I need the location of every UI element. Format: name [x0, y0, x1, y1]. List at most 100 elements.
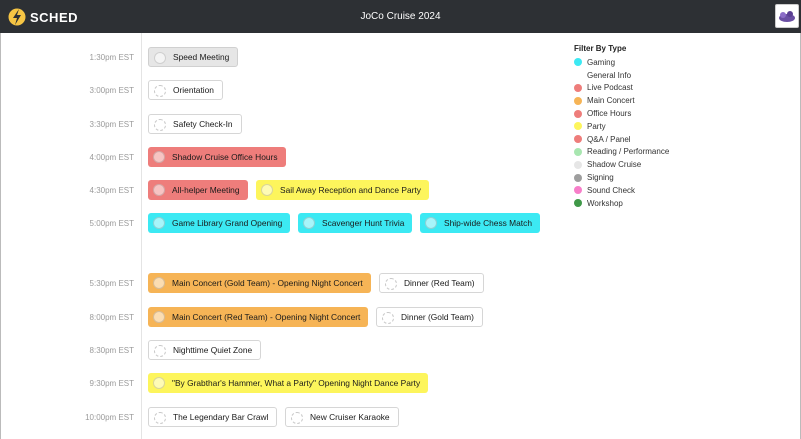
avatar-icon	[779, 11, 795, 22]
event-title: Safety Check-In	[173, 119, 233, 129]
event-title: The Legendary Bar Crawl	[173, 412, 269, 422]
event-title: Speed Meeting	[173, 52, 230, 62]
filter-item[interactable]: Shadow Cruise	[574, 158, 669, 171]
filter-item[interactable]: Gaming	[574, 56, 669, 69]
event-title: All-helper Meeting	[172, 185, 240, 195]
time-label: 4:30pm EST	[89, 186, 134, 195]
event-title: Nighttime Quiet Zone	[173, 345, 253, 355]
filter-label: Reading / Performance	[587, 147, 670, 157]
filter-color-dot-icon	[574, 109, 582, 118]
filter-label: Main Concert	[587, 96, 635, 106]
event-chip[interactable]: Safety Check-In	[148, 114, 242, 134]
event-title: Main Concert (Gold Team) - Opening Night…	[172, 278, 363, 288]
user-avatar[interactable]	[775, 4, 799, 28]
event-type-dot-icon	[154, 412, 166, 424]
event-type-dot-icon	[385, 278, 397, 290]
event-chip[interactable]: The Legendary Bar Crawl	[148, 407, 278, 427]
event-title: Ship-wide Chess Match	[444, 218, 532, 228]
filter-title: Filter By Type	[574, 44, 627, 53]
event-chip[interactable]: Nighttime Quiet Zone	[148, 340, 262, 360]
filter-item[interactable]: Main Concert	[574, 94, 669, 107]
filter-list: Gaming General Info Live Podcast Main Conce…	[574, 56, 669, 210]
filter-item[interactable]: Live Podcast	[574, 82, 669, 95]
filter-item[interactable]: Sound Check	[574, 184, 669, 197]
event-title: Dinner (Gold Team)	[401, 312, 474, 322]
event-type-dot-icon	[425, 217, 437, 229]
filter-label: Workshop	[587, 198, 623, 208]
filter-label: Live Podcast	[587, 83, 633, 93]
filter-label: General Info	[587, 70, 632, 80]
event-title: Orientation	[173, 85, 214, 95]
event-chip[interactable]: Main Concert (Red Team) - Opening Night …	[148, 307, 369, 327]
event-type-dot-icon	[154, 52, 166, 64]
event-chip[interactable]: Sail Away Reception and Dance Party	[256, 180, 429, 200]
filter-color-dot-icon	[574, 96, 582, 105]
event-chip[interactable]: Ship-wide Chess Match	[420, 213, 540, 233]
event-title: Scavenger Hunt Trivia	[322, 218, 405, 228]
time-label: 4:00pm EST	[89, 153, 134, 162]
filter-label: Party	[587, 121, 606, 131]
event-chip[interactable]: Speed Meeting	[148, 47, 239, 67]
time-label: 5:00pm EST	[89, 219, 134, 228]
filter-item[interactable]: Q&A / Panel	[574, 133, 669, 146]
event-chip[interactable]: New Cruiser Karaoke	[285, 407, 399, 427]
event-chip[interactable]: Game Library Grand Opening	[148, 213, 291, 233]
filter-item[interactable]: Party	[574, 120, 669, 133]
timeline-divider	[141, 33, 142, 439]
event-type-dot-icon	[153, 217, 165, 229]
time-label: 5:30pm EST	[89, 279, 134, 288]
filter-color-dot-icon	[574, 186, 582, 195]
time-label: 3:30pm EST	[89, 120, 134, 129]
filter-color-dot-icon	[574, 173, 582, 182]
event-type-dot-icon	[291, 412, 303, 424]
event-chip[interactable]: Shadow Cruise Office Hours	[148, 147, 286, 167]
filter-color-dot-icon	[574, 147, 582, 156]
event-chip[interactable]: Dinner (Red Team)	[379, 273, 484, 293]
event-type-dot-icon	[154, 345, 166, 357]
time-label: 1:30pm EST	[89, 53, 134, 62]
event-chip[interactable]: "By Grabthar's Hammer, What a Party" Ope…	[148, 373, 429, 393]
filter-color-dot-icon	[574, 83, 582, 92]
time-label: 8:30pm EST	[89, 346, 134, 355]
event-type-dot-icon	[153, 277, 165, 289]
event-chip[interactable]: Dinner (Gold Team)	[376, 307, 483, 327]
time-label: 9:30pm EST	[89, 379, 134, 388]
event-chip[interactable]: Scavenger Hunt Trivia	[298, 213, 413, 233]
event-title: "By Grabthar's Hammer, What a Party" Ope…	[172, 378, 421, 388]
filter-item[interactable]: Reading / Performance	[574, 146, 669, 159]
filter-item[interactable]: General Info	[574, 69, 669, 82]
filter-label: Sound Check	[587, 185, 636, 195]
filter-label: Signing	[587, 173, 614, 183]
filter-label: Shadow Cruise	[587, 160, 642, 170]
filter-label: Office Hours	[587, 109, 632, 119]
event-title: Game Library Grand Opening	[172, 218, 283, 228]
event-type-dot-icon	[153, 311, 165, 323]
time-label: 8:00pm EST	[89, 313, 134, 322]
top-bar: SCHED JoCo Cruise 2024	[0, 0, 801, 33]
filter-color-dot-icon	[574, 160, 582, 169]
filter-item[interactable]: Office Hours	[574, 107, 669, 120]
event-type-dot-icon	[154, 119, 166, 131]
page-title: JoCo Cruise 2024	[360, 11, 441, 22]
filter-label: Gaming	[587, 57, 616, 67]
event-type-dot-icon	[153, 377, 165, 389]
event-type-dot-icon	[303, 217, 315, 229]
event-title: New Cruiser Karaoke	[310, 412, 390, 422]
filter-color-dot-icon	[574, 199, 582, 208]
event-type-dot-icon	[261, 184, 273, 196]
filter-by-type-panel: Filter By Type Gaming General Info Live Po…	[574, 44, 669, 210]
filter-item[interactable]: Workshop	[574, 197, 669, 210]
event-title: Shadow Cruise Office Hours	[172, 152, 278, 162]
event-title: Dinner (Red Team)	[404, 278, 475, 288]
event-title: Main Concert (Red Team) - Opening Night …	[172, 312, 361, 322]
filter-color-dot-icon	[574, 122, 582, 131]
event-chip[interactable]: Orientation	[148, 80, 223, 100]
event-type-dot-icon	[382, 312, 394, 324]
event-title: Sail Away Reception and Dance Party	[280, 185, 421, 195]
time-label: 10:00pm EST	[85, 413, 134, 422]
filter-item[interactable]: Signing	[574, 171, 669, 184]
filter-label: Q&A / Panel	[587, 134, 631, 144]
event-chip[interactable]: All-helper Meeting	[148, 180, 248, 200]
event-chip[interactable]: Main Concert (Gold Team) - Opening Night…	[148, 273, 371, 293]
filter-color-dot-icon	[574, 135, 582, 144]
